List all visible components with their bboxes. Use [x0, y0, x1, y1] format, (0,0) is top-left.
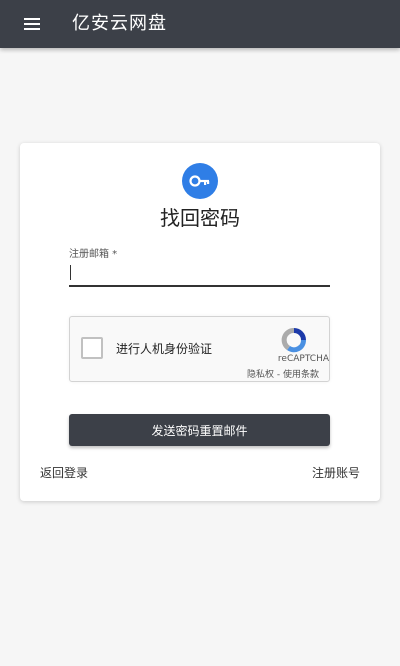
- email-field-label: 注册邮箱 *: [69, 249, 118, 260]
- recaptcha-links: 隐私权 - 使用条款: [247, 367, 319, 380]
- page-title: 找回密码: [160, 206, 240, 230]
- hamburger-menu-icon[interactable]: [20, 12, 44, 36]
- email-field[interactable]: [69, 261, 330, 287]
- text-cursor: [70, 265, 71, 280]
- key-icon: [182, 163, 218, 199]
- back-to-login-link[interactable]: 返回登录: [40, 464, 88, 481]
- reset-password-card: 找回密码 注册邮箱 * 进行人机身份验证 reCAPTCHA 隐私权 - 使用条…: [20, 143, 380, 501]
- recaptcha-label: 进行人机身份验证: [116, 342, 213, 356]
- links-separator: -: [276, 370, 281, 380]
- app-title: 亿安云网盘: [72, 13, 167, 34]
- recaptcha-brand: reCAPTCHA: [277, 354, 329, 364]
- register-link[interactable]: 注册账号: [312, 464, 360, 481]
- privacy-link[interactable]: 隐私权: [247, 370, 274, 380]
- recaptcha-checkbox[interactable]: [81, 337, 103, 359]
- recaptcha-logo-icon: [278, 324, 310, 356]
- recaptcha-widget: 进行人机身份验证 reCAPTCHA 隐私权 - 使用条款: [69, 316, 330, 382]
- send-reset-email-button[interactable]: 发送密码重置邮件: [69, 414, 330, 446]
- terms-link[interactable]: 使用条款: [283, 370, 319, 380]
- app-bar: 亿安云网盘: [0, 0, 400, 48]
